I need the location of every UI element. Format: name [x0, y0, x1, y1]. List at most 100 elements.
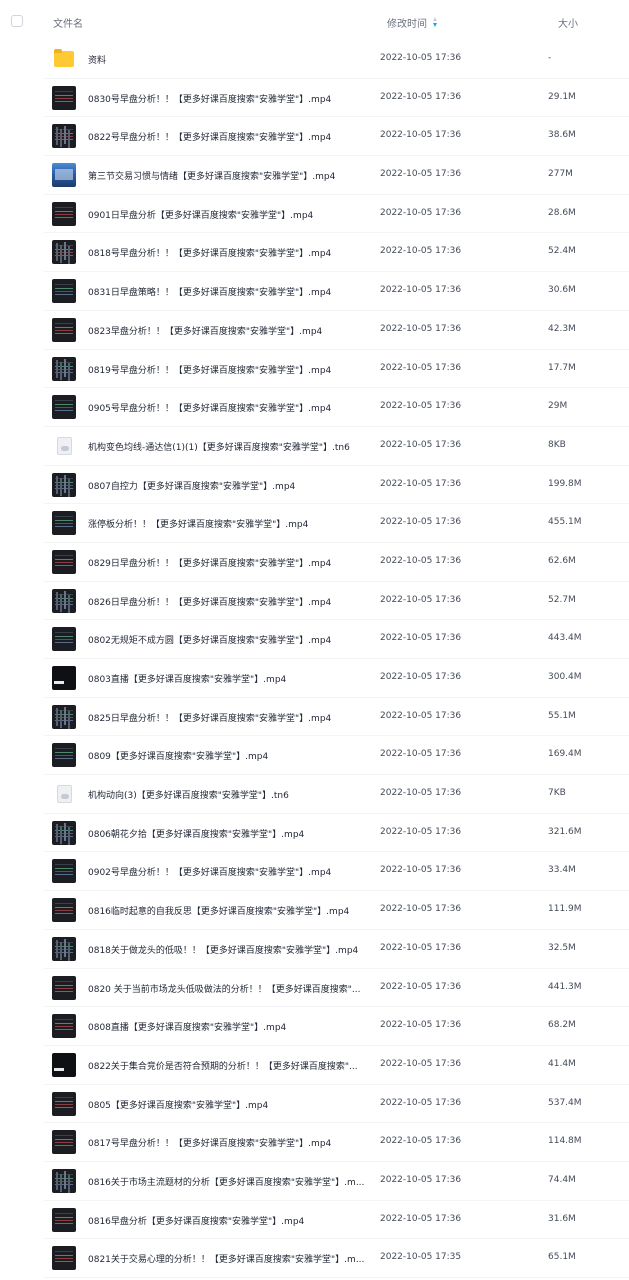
file-row[interactable]: 0905号早盘分析！！【更多好课百度搜索"安雅学堂"】.mp4 2022-10-0… — [44, 388, 629, 427]
file-row[interactable]: 0902号早盘分析！！【更多好课百度搜索"安雅学堂"】.mp4 2022-10-0… — [44, 852, 629, 892]
video-thumbnail[interactable] — [52, 395, 76, 420]
video-thumbnail[interactable] — [52, 936, 76, 961]
file-row[interactable]: 0819号早盘分析！！【更多好课百度搜索"安雅学堂"】.mp4 2022-10-0… — [44, 350, 629, 389]
file-row[interactable]: 0816临时起意的自我反思【更多好课百度搜索"安雅学堂"】.mp4 2022-10… — [44, 891, 629, 930]
file-row[interactable]: 机构动向(3)【更多好课百度搜索"安雅学堂"】.tn6 2022-10-05 17… — [44, 775, 629, 814]
video-thumbnail[interactable] — [52, 472, 76, 497]
file-name[interactable]: 0816早盘分析【更多好课百度搜索"安雅学堂"】.mp4 — [88, 1214, 378, 1227]
sort-icon[interactable] — [431, 16, 439, 29]
file-name[interactable]: 0816关于市场主流题材的分析【更多好课百度搜索"安雅学堂"】.m... — [88, 1175, 378, 1188]
column-header-date[interactable]: 修改时间 — [387, 15, 439, 30]
file-name[interactable]: 0825日早盘分析！！【更多好课百度搜索"安雅学堂"】.mp4 — [88, 711, 378, 724]
file-row[interactable]: 机构变色均线-通达信(1)(1)【更多好课百度搜索"安雅学堂"】.tn6 2022… — [44, 427, 629, 466]
video-thumbnail[interactable] — [52, 975, 76, 1000]
video-thumbnail[interactable] — [52, 511, 76, 536]
file-row[interactable]: 0805【更多好课百度搜索"安雅学堂"】.mp4 2022-10-05 17:36… — [44, 1085, 629, 1124]
file-row[interactable]: 0829日早盘分析！！【更多好课百度搜索"安雅学堂"】.mp4 2022-10-0… — [44, 543, 629, 582]
file-name[interactable]: 0822关于集合竞价是否符合预期的分析！！【更多好课百度搜索"... — [88, 1059, 378, 1072]
video-thumbnail[interactable] — [52, 859, 76, 884]
select-all-checkbox[interactable] — [11, 15, 23, 27]
column-header-name[interactable]: 文件名 — [53, 15, 83, 30]
file-name[interactable]: 第三节交易习惯与情绪【更多好课百度搜索"安雅学堂"】.mp4 — [88, 169, 378, 182]
file-row[interactable]: 0807自控力【更多好课百度搜索"安雅学堂"】.mp4 2022-10-05 17… — [44, 466, 629, 505]
file-name[interactable]: 0829日早盘分析！！【更多好课百度搜索"安雅学堂"】.mp4 — [88, 556, 378, 569]
file-name[interactable]: 0802无规矩不成方圆【更多好课百度搜索"安雅学堂"】.mp4 — [88, 633, 378, 646]
file-row[interactable]: 涨停板分析！！【更多好课百度搜索"安雅学堂"】.mp4 2022-10-05 17… — [44, 504, 629, 543]
file-name[interactable]: 0821关于交易心理的分析！！【更多好课百度搜索"安雅学堂"】.m... — [88, 1252, 378, 1265]
file-name[interactable]: 0823早盘分析！！【更多好课百度搜索"安雅学堂"】.mp4 — [88, 324, 378, 337]
file-row[interactable]: 0818关于做龙头的低吸！！【更多好课百度搜索"安雅学堂"】.mp4 2022-1… — [44, 930, 629, 969]
file-name[interactable]: 0819号早盘分析！！【更多好课百度搜索"安雅学堂"】.mp4 — [88, 363, 378, 376]
file-row[interactable]: 资料 2022-10-05 17:36 - — [44, 40, 629, 79]
column-header-size[interactable]: 大小 — [558, 15, 578, 30]
file-row[interactable]: 0826日早盘分析！！【更多好课百度搜索"安雅学堂"】.mp4 2022-10-0… — [44, 582, 629, 621]
file-name[interactable]: 涨停板分析！！【更多好课百度搜索"安雅学堂"】.mp4 — [88, 517, 378, 530]
video-thumbnail[interactable] — [52, 85, 76, 110]
file-row[interactable]: 第三节交易习惯与情绪【更多好课百度搜索"安雅学堂"】.mp4 2022-10-05… — [44, 156, 629, 195]
file-row[interactable]: 0830号早盘分析！！【更多好课百度搜索"安雅学堂"】.mp4 2022-10-0… — [44, 79, 629, 118]
file-row[interactable]: 0822号早盘分析！！【更多好课百度搜索"安雅学堂"】.mp4 2022-10-0… — [44, 117, 629, 157]
video-thumbnail[interactable] — [52, 279, 76, 304]
file-name[interactable]: 0816临时起意的自我反思【更多好课百度搜索"安雅学堂"】.mp4 — [88, 904, 378, 917]
dark-thumbnail[interactable] — [52, 666, 76, 690]
video-thumbnail[interactable] — [52, 240, 76, 265]
file-row[interactable]: 0816关于市场主流题材的分析【更多好课百度搜索"安雅学堂"】.m... 2022… — [44, 1162, 629, 1201]
file-row[interactable]: 0803直播【更多好课百度搜索"安雅学堂"】.mp4 2022-10-05 17:… — [44, 659, 629, 698]
file-row[interactable]: 0809【更多好课百度搜索"安雅学堂"】.mp4 2022-10-05 17:36… — [44, 736, 629, 776]
video-thumbnail[interactable] — [52, 820, 76, 845]
file-name[interactable]: 0806朝花夕拾【更多好课百度搜索"安雅学堂"】.mp4 — [88, 827, 378, 840]
file-row[interactable]: 0818号早盘分析！！【更多好课百度搜索"安雅学堂"】.mp4 2022-10-0… — [44, 233, 629, 273]
video-thumbnail[interactable] — [52, 898, 76, 923]
file-row[interactable]: 0816早盘分析【更多好课百度搜索"安雅学堂"】.mp4 2022-10-05 1… — [44, 1201, 629, 1240]
file-row[interactable]: 0823早盘分析！！【更多好课百度搜索"安雅学堂"】.mp4 2022-10-05… — [44, 311, 629, 350]
file-name[interactable]: 0820 关于当前市场龙头低吸做法的分析！！【更多好课百度搜索"... — [88, 982, 378, 995]
file-icon[interactable] — [52, 782, 76, 806]
video-thumbnail[interactable] — [52, 1168, 76, 1193]
file-row[interactable]: 0808直播【更多好课百度搜索"安雅学堂"】.mp4 2022-10-05 17:… — [44, 1007, 629, 1046]
file-name[interactable]: 0830号早盘分析！！【更多好课百度搜索"安雅学堂"】.mp4 — [88, 92, 378, 105]
video-thumbnail[interactable] — [52, 743, 76, 768]
file-row[interactable]: 0831日早盘策略！！【更多好课百度搜索"安雅学堂"】.mp4 2022-10-0… — [44, 272, 629, 311]
file-row[interactable]: 0817号早盘分析！！【更多好课百度搜索"安雅学堂"】.mp4 2022-10-0… — [44, 1123, 629, 1162]
video-thumbnail[interactable] — [52, 356, 76, 381]
file-row[interactable]: 0820 关于当前市场龙头低吸做法的分析！！【更多好课百度搜索"... 2022-… — [44, 969, 629, 1008]
video-thumbnail[interactable] — [52, 549, 76, 574]
file-name[interactable]: 0809【更多好课百度搜索"安雅学堂"】.mp4 — [88, 749, 378, 762]
video-thumbnail[interactable] — [52, 317, 76, 342]
file-row[interactable]: 0821关于交易心理的分析！！【更多好课百度搜索"安雅学堂"】.m... 2022… — [44, 1239, 629, 1278]
video-thumbnail[interactable] — [52, 1130, 76, 1155]
file-row[interactable]: 0806朝花夕拾【更多好课百度搜索"安雅学堂"】.mp4 2022-10-05 1… — [44, 814, 629, 853]
file-row[interactable]: 0802无规矩不成方圆【更多好课百度搜索"安雅学堂"】.mp4 2022-10-0… — [44, 620, 629, 659]
video-thumbnail[interactable] — [52, 588, 76, 613]
video-thumbnail[interactable] — [52, 201, 76, 226]
dark-thumbnail[interactable] — [52, 1052, 76, 1077]
video-thumbnail[interactable] — [52, 124, 76, 149]
video-thumbnail[interactable] — [52, 704, 76, 729]
file-name[interactable]: 0905号早盘分析！！【更多好课百度搜索"安雅学堂"】.mp4 — [88, 401, 378, 414]
file-name[interactable]: 0805【更多好课百度搜索"安雅学堂"】.mp4 — [88, 1098, 378, 1111]
file-name[interactable]: 0826日早盘分析！！【更多好课百度搜索"安雅学堂"】.mp4 — [88, 595, 378, 608]
file-row[interactable]: 0825日早盘分析！！【更多好课百度搜索"安雅学堂"】.mp4 2022-10-0… — [44, 698, 629, 737]
file-row[interactable]: 0822关于集合竞价是否符合预期的分析！！【更多好课百度搜索"... 2022-1… — [44, 1046, 629, 1085]
video-thumbnail[interactable] — [52, 1246, 76, 1271]
file-name[interactable]: 0803直播【更多好课百度搜索"安雅学堂"】.mp4 — [88, 672, 378, 685]
file-icon[interactable] — [52, 434, 76, 458]
folder-icon[interactable] — [52, 47, 76, 71]
video-thumbnail[interactable] — [52, 1014, 76, 1039]
file-name[interactable]: 0817号早盘分析！！【更多好课百度搜索"安雅学堂"】.mp4 — [88, 1136, 378, 1149]
video-thumbnail[interactable] — [52, 1091, 76, 1116]
file-name[interactable]: 资料 — [88, 53, 378, 66]
file-name[interactable]: 机构变色均线-通达信(1)(1)【更多好课百度搜索"安雅学堂"】.tn6 — [88, 440, 378, 453]
file-name[interactable]: 0822号早盘分析！！【更多好课百度搜索"安雅学堂"】.mp4 — [88, 130, 378, 143]
file-name[interactable]: 0818号早盘分析！！【更多好课百度搜索"安雅学堂"】.mp4 — [88, 246, 378, 259]
file-name[interactable]: 0807自控力【更多好课百度搜索"安雅学堂"】.mp4 — [88, 479, 378, 492]
image-thumbnail[interactable] — [52, 163, 76, 188]
file-name[interactable]: 0831日早盘策略！！【更多好课百度搜索"安雅学堂"】.mp4 — [88, 285, 378, 298]
file-name[interactable]: 0818关于做龙头的低吸！！【更多好课百度搜索"安雅学堂"】.mp4 — [88, 943, 378, 956]
file-name[interactable]: 0902号早盘分析！！【更多好课百度搜索"安雅学堂"】.mp4 — [88, 865, 378, 878]
video-thumbnail[interactable] — [52, 627, 76, 652]
file-name[interactable]: 0901日早盘分析【更多好课百度搜索"安雅学堂"】.mp4 — [88, 208, 378, 221]
file-row[interactable]: 0901日早盘分析【更多好课百度搜索"安雅学堂"】.mp4 2022-10-05 … — [44, 195, 629, 234]
file-name[interactable]: 0808直播【更多好课百度搜索"安雅学堂"】.mp4 — [88, 1020, 378, 1033]
video-thumbnail[interactable] — [52, 1207, 76, 1232]
